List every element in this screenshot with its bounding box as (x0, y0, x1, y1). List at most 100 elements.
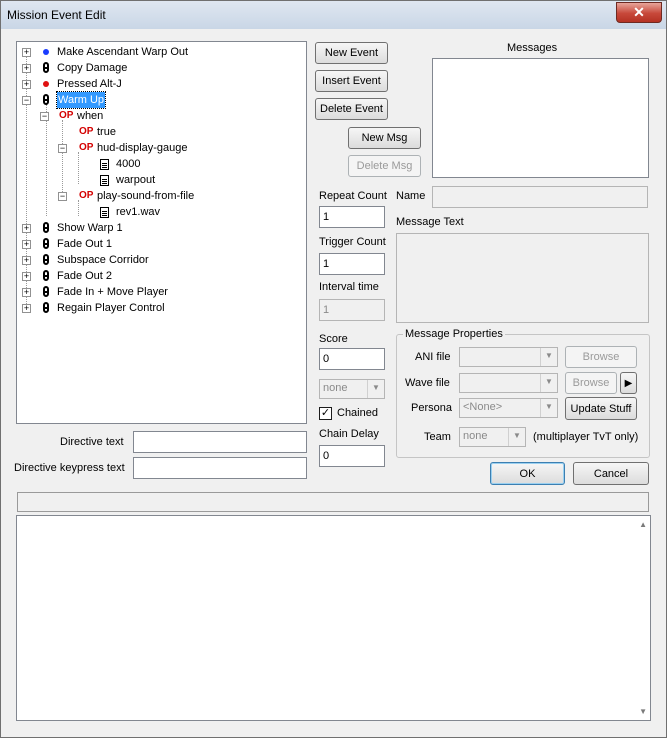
operator-icon: OP (59, 110, 74, 121)
repeat-count-label: Repeat Count (319, 190, 387, 202)
operator-icon: OP (79, 126, 94, 137)
blue-dot-icon (43, 49, 49, 55)
name-label: Name (396, 190, 426, 202)
chain-delay-input[interactable] (319, 445, 385, 467)
chevron-down-icon: ▼ (540, 348, 557, 366)
expand-icon[interactable]: + (22, 48, 31, 57)
play-wave-button[interactable]: ▶ (620, 372, 637, 394)
message-text-label: Message Text (396, 216, 464, 228)
document-icon (100, 175, 109, 186)
persona-select[interactable]: <None> ▼ (459, 398, 558, 418)
chain-icon (43, 222, 49, 233)
directive-keypress-label: Directive keypress text (14, 462, 125, 474)
tree-item-label: Subspace Corridor (57, 254, 149, 266)
chevron-down-icon: ▼ (540, 374, 557, 392)
message-team-select[interactable]: none ▼ (459, 427, 526, 447)
chain-icon (43, 62, 49, 73)
directive-text-label: Directive text (60, 436, 124, 448)
interval-time-input[interactable] (319, 299, 385, 321)
window-title: Mission Event Edit (7, 8, 106, 22)
chain-icon (43, 302, 49, 313)
collapse-icon[interactable]: − (22, 96, 31, 105)
tree-item-label: rev1.wav (116, 206, 161, 218)
new-msg-button[interactable]: New Msg (348, 127, 421, 149)
tree-item-label: Fade Out 1 (57, 238, 113, 250)
chained-checkbox[interactable]: ✓ (319, 407, 332, 420)
persona-label: Persona (411, 402, 452, 414)
tree-item-label: Show Warp 1 (57, 222, 123, 234)
play-icon: ▶ (624, 378, 633, 389)
messages-title: Messages (507, 42, 558, 54)
collapse-icon[interactable]: − (58, 192, 67, 201)
directive-keypress-input[interactable] (133, 457, 307, 479)
repeat-count-input[interactable] (319, 206, 385, 228)
scroll-up-icon[interactable]: ▲ (639, 520, 647, 529)
new-event-button[interactable]: New Event (315, 42, 388, 64)
tree-item-label: when (77, 110, 104, 122)
operator-icon: OP (79, 142, 94, 153)
tree-item-label: Fade Out 2 (57, 270, 113, 282)
team-select-value: none (323, 382, 348, 394)
operator-icon: OP (79, 190, 94, 201)
help-text-box[interactable]: ▲ ▼ (16, 515, 651, 721)
update-stuff-button[interactable]: Update Stuff (565, 397, 637, 420)
expand-icon[interactable]: + (22, 240, 31, 249)
expand-icon[interactable]: + (22, 288, 31, 297)
trigger-count-input[interactable] (319, 253, 385, 275)
chain-icon (43, 286, 49, 297)
score-input[interactable] (319, 348, 385, 370)
ani-file-label: ANI file (415, 351, 451, 363)
message-team-value: none (463, 430, 488, 442)
interval-time-label: Interval time (319, 281, 379, 293)
expand-icon[interactable]: + (22, 80, 31, 89)
browse-ani-button[interactable]: Browse (565, 346, 637, 368)
event-tree[interactable]: + Make Ascendant Warp Out + Copy Damage … (16, 41, 307, 424)
scroll-down-icon[interactable]: ▼ (639, 707, 647, 716)
trigger-count-label: Trigger Count (319, 236, 386, 248)
tree-item-label: play-sound-from-file (97, 190, 195, 202)
tree-item-label: Make Ascendant Warp Out (57, 46, 189, 58)
chevron-down-icon: ▼ (367, 380, 384, 398)
chain-icon (43, 238, 49, 249)
collapse-icon[interactable]: − (40, 112, 49, 121)
insert-event-button[interactable]: Insert Event (315, 70, 388, 92)
delete-msg-button[interactable]: Delete Msg (348, 155, 421, 177)
mission-event-edit-window: Mission Event Edit ✕ + Make Ascendant Wa… (0, 0, 667, 738)
score-label: Score (319, 333, 348, 345)
close-button[interactable]: ✕ (616, 2, 662, 23)
team-note: (multiplayer TvT only) (533, 431, 639, 443)
chain-icon (43, 94, 49, 105)
browse-wave-button[interactable]: Browse (565, 372, 617, 394)
chevron-down-icon: ▼ (540, 399, 557, 417)
expand-icon[interactable]: + (22, 64, 31, 73)
delete-event-button[interactable]: Delete Event (315, 98, 388, 120)
messages-list[interactable] (432, 58, 649, 178)
directive-text-input[interactable] (133, 431, 307, 453)
tree-hud-line (78, 152, 79, 184)
team-select[interactable]: none ▼ (319, 379, 385, 399)
chain-icon (43, 270, 49, 281)
cancel-button[interactable]: Cancel (573, 462, 649, 485)
expand-icon[interactable]: + (22, 304, 31, 313)
tree-item-label: hud-display-gauge (97, 142, 188, 154)
tree-when-line (62, 120, 63, 200)
expand-icon[interactable]: + (22, 256, 31, 265)
tree-item-label: Fade In + Move Player (57, 286, 168, 298)
collapse-icon[interactable]: − (58, 144, 67, 153)
expand-icon[interactable]: + (22, 224, 31, 233)
tree-item-label: Regain Player Control (57, 302, 165, 314)
help-line-field (17, 492, 649, 512)
ok-button[interactable]: OK (490, 462, 565, 485)
wave-file-select[interactable]: ▼ (459, 373, 558, 393)
message-name-input[interactable] (432, 186, 648, 208)
tree-item-label: Copy Damage (57, 62, 128, 74)
expand-icon[interactable]: + (22, 272, 31, 281)
ani-file-select[interactable]: ▼ (459, 347, 558, 367)
chevron-down-icon: ▼ (508, 428, 525, 446)
persona-select-value: <None> (463, 401, 503, 413)
title-bar[interactable]: Mission Event Edit ✕ (1, 1, 666, 29)
close-icon: ✕ (633, 4, 645, 20)
message-text-area[interactable] (396, 233, 649, 323)
red-dot-icon (43, 81, 49, 87)
tree-item-label: 4000 (116, 158, 141, 170)
